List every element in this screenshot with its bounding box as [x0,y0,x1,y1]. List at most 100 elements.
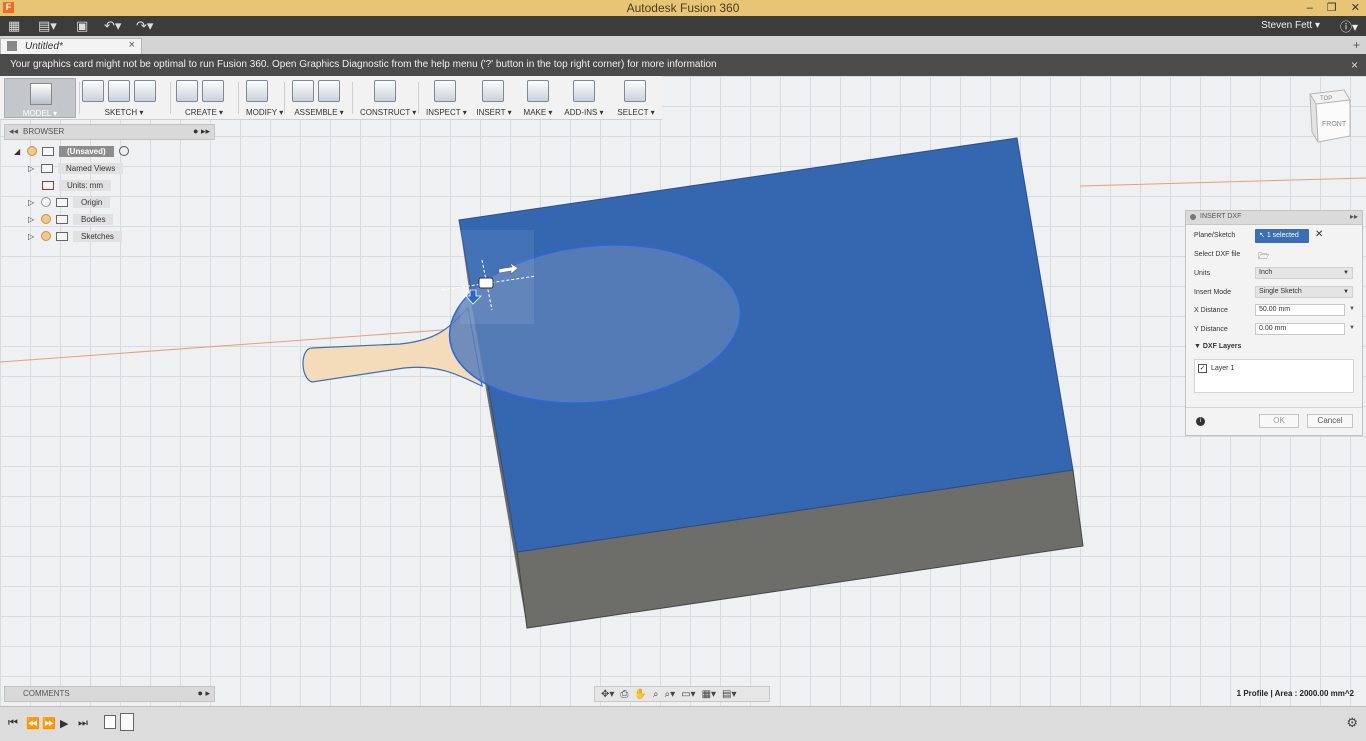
timeline-settings-icon[interactable]: ⚙ [1346,715,1358,731]
make-menu[interactable]: MAKE ▾ [522,108,554,117]
go-to-start-icon[interactable]: ⏮ [8,717,18,730]
display-settings-icon[interactable]: ▭▾ [681,689,695,700]
cancel-button[interactable]: Cancel [1307,414,1353,428]
new-tab-button[interactable]: + [1353,38,1360,52]
expand-arrow-icon[interactable]: ▷ [28,232,36,241]
canvas-viewport[interactable] [0,76,1366,706]
tree-item-label: Sketches [73,230,122,242]
minimize-icon[interactable]: – [1307,0,1313,16]
close-icon[interactable]: ✕ [1351,0,1360,16]
tree-item-units[interactable]: Units: mm [42,178,111,192]
scripts-addins-icon[interactable] [573,80,595,102]
3d-print-icon[interactable] [527,80,549,102]
user-menu[interactable]: Steven Fett ▾ [1261,20,1320,31]
select-arrow-icon[interactable] [624,80,646,102]
orbit-icon[interactable]: ✥▾ [601,689,614,700]
tree-item-named-views[interactable]: ▷ Named Views [28,161,124,175]
expand-arrow-icon[interactable]: ▷ [28,164,36,173]
ok-button[interactable]: OK [1259,414,1299,428]
fit-icon[interactable]: ⌕▾ [664,689,675,700]
tree-item-bodies[interactable]: ▷ Bodies [28,212,114,226]
expand-arrow-icon[interactable]: ▷ [28,198,36,207]
visibility-bulb-icon[interactable] [41,197,51,207]
quick-access-bar: ▦ ▤▾ ▣ ↶▾ ↷▾ Steven Fett ▾ ⓘ▾ [0,16,1366,36]
expand-arrow-icon[interactable]: ▷ [28,215,36,224]
insert-image-icon[interactable] [482,80,504,102]
open-folder-icon[interactable]: 🗁 [1258,249,1269,265]
tree-item-origin[interactable]: ▷ Origin [28,195,111,209]
collapse-browser-icon[interactable]: ◂◂ [9,126,18,137]
dialog-header[interactable]: INSERT DXF ▸▸ [1186,211,1362,225]
file-menu-icon[interactable]: ▤▾ [38,18,57,34]
extrude-icon[interactable] [176,80,198,102]
press-pull-icon[interactable] [246,80,268,102]
undo-icon[interactable]: ↶▾ [104,18,121,34]
grid-menu-icon[interactable]: ▦ [8,18,20,34]
insert-menu[interactable]: INSERT ▾ [476,108,512,117]
expand-arrow-icon[interactable]: ◢ [14,147,22,156]
dxf-layers-section[interactable]: ▼ DXF Layers [1194,343,1241,350]
create-sketch-icon[interactable] [82,80,104,102]
insert-mode-dropdown[interactable]: Single Sketch ▼ [1255,286,1353,298]
units-icon [42,180,54,190]
viewports-icon[interactable]: ▤▾ [722,689,736,700]
sketch-group: SKETCH ▾ [82,76,166,120]
layer-1-checkbox[interactable]: ✓ [1198,364,1207,373]
inspect-menu[interactable]: INSPECT ▾ [426,108,467,117]
pattern-icon[interactable] [202,80,224,102]
plane-selection-button[interactable]: ↖ 1 selected [1255,229,1309,243]
tree-root[interactable]: ◢ (Unsaved) [14,144,129,158]
x-distance-caret-icon[interactable]: ▼ [1349,306,1355,312]
measure-icon[interactable] [434,80,456,102]
step-back-icon[interactable]: ⏪ [26,717,40,730]
comments-options-icon[interactable]: ● ▸ [198,688,210,699]
workspace-switcher[interactable]: MODEL ▾ [4,78,76,118]
step-forward-icon[interactable]: ⏩ [42,717,56,730]
browser-options-icon[interactable]: ● ▸▸ [193,126,210,137]
sketch-menu[interactable]: SKETCH ▾ [82,108,166,117]
redo-icon[interactable]: ↷▾ [136,18,153,34]
units-dropdown[interactable]: Inch ▼ [1255,267,1353,279]
tab-close-icon[interactable]: × [129,39,135,51]
select-menu[interactable]: SELECT ▾ [616,108,656,117]
manipulator-origin-handle[interactable] [478,277,494,289]
activate-target-icon[interactable] [118,146,129,156]
rectangle-icon[interactable] [134,80,156,102]
help-icon[interactable]: ⓘ▾ [1340,18,1358,35]
browser-panel-header: ◂◂ BROWSER ● ▸▸ [4,124,215,140]
info-icon[interactable]: i [1196,417,1205,426]
joint-icon[interactable] [318,80,340,102]
document-tab[interactable]: Untitled* × [0,38,142,54]
pan-icon[interactable]: ✋ [634,689,646,700]
zoom-icon[interactable]: ⌕ [653,689,659,700]
look-at-icon[interactable]: ⎙ [620,689,628,700]
new-component-icon[interactable] [292,80,314,102]
dialog-expand-icon[interactable]: ▸▸ [1350,212,1358,221]
modify-menu[interactable]: MODIFY ▾ [246,108,283,117]
play-icon[interactable]: ▶ [60,717,68,730]
restore-icon[interactable]: ❐ [1327,0,1337,16]
timeline-extrude-feature[interactable] [120,713,134,731]
go-to-end-icon[interactable]: ⏭ [78,717,88,730]
warning-close-icon[interactable]: × [1351,54,1358,76]
select-group: SELECT ▾ [616,76,656,120]
visibility-bulb-icon[interactable] [41,231,51,241]
line-icon[interactable] [108,80,130,102]
tree-item-sketches[interactable]: ▷ Sketches [28,229,122,243]
visibility-bulb-icon[interactable] [41,214,51,224]
create-menu[interactable]: CREATE ▾ [176,108,232,117]
x-distance-input[interactable]: 50.00 mm [1255,304,1345,316]
visibility-bulb-icon[interactable] [27,146,37,156]
y-distance-caret-icon[interactable]: ▼ [1349,325,1355,331]
clear-selection-icon[interactable]: ✕ [1315,229,1323,240]
addins-menu[interactable]: ADD-INS ▾ [564,108,604,117]
y-distance-input[interactable]: 0.00 mm [1255,323,1345,335]
offset-plane-icon[interactable] [374,80,396,102]
assemble-menu[interactable]: ASSEMBLE ▾ [292,108,346,117]
timeline-sketch-feature[interactable] [104,715,116,729]
construct-menu[interactable]: CONSTRUCT ▾ [360,108,416,117]
grid-settings-icon[interactable]: ▦▾ [702,689,716,700]
view-cube[interactable]: TOP FRONT [1306,88,1354,144]
timeline-bar: ⏮ ⏪ ⏩ ▶ ⏭ ⚙ [0,706,1366,741]
save-icon[interactable]: ▣ [76,18,88,34]
